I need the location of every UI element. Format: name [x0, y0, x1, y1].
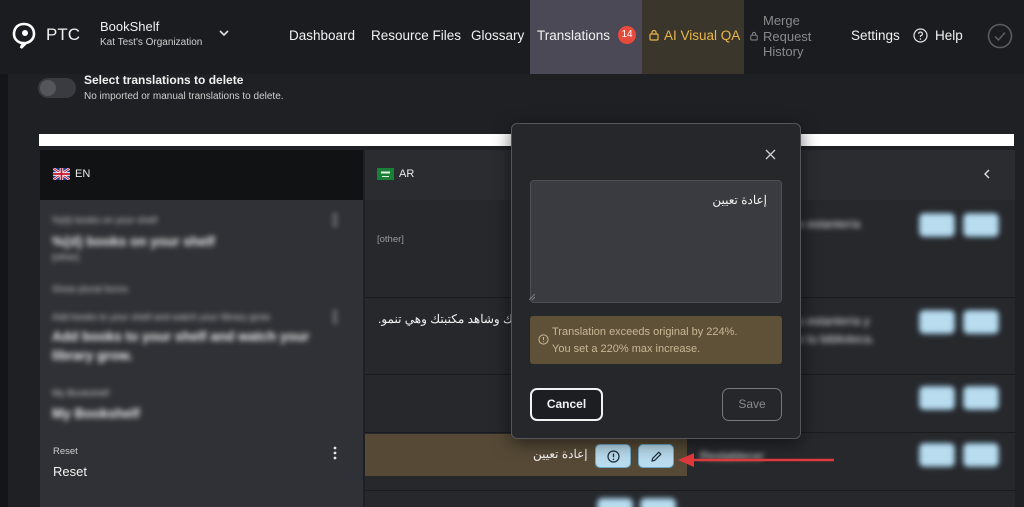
- edit-button[interactable]: [963, 443, 999, 467]
- info-button[interactable]: [919, 386, 955, 410]
- lock-icon: [750, 31, 758, 41]
- info-button[interactable]: [919, 213, 955, 237]
- warning-line: Translation exceeds original by 224%.: [552, 326, 738, 338]
- nav-ai-visual-qa-label: AI Visual QA: [664, 28, 741, 43]
- brand-name[interactable]: PTC: [46, 25, 80, 45]
- edit-button[interactable]: [963, 310, 999, 334]
- info-icon: [607, 450, 620, 463]
- project-name[interactable]: BookShelf: [100, 19, 159, 34]
- project-organization[interactable]: Kat Test's Organization: [100, 37, 202, 48]
- warning-text: Translation exceeds original by 224%. Yo…: [552, 324, 737, 358]
- resize-grip-icon[interactable]: [529, 294, 535, 300]
- ptc-logo-icon[interactable]: [12, 22, 36, 50]
- save-button[interactable]: Save: [722, 388, 782, 421]
- lock-icon: [649, 29, 659, 41]
- warning-line: You set a 220% max increase.: [552, 343, 701, 355]
- translation-textarea-value: إعادة تعيين: [712, 193, 767, 207]
- uk-flag-icon: [53, 168, 70, 180]
- kebab-menu-icon[interactable]: [333, 446, 337, 460]
- nav-ai-visual-qa[interactable]: AI Visual QA: [642, 0, 744, 74]
- row-divider: [365, 490, 1015, 491]
- nav-glossary[interactable]: Glossary: [471, 28, 524, 43]
- nav-translations[interactable]: Translations 14: [530, 0, 642, 74]
- translations-count-badge: 14: [618, 26, 636, 44]
- kebab-menu-icon[interactable]: [333, 310, 337, 324]
- pencil-icon: [651, 451, 662, 462]
- delete-toggle-title: Select translations to delete: [84, 73, 244, 87]
- cancel-button[interactable]: Cancel: [530, 388, 603, 421]
- row-source-text: Add books to your shelf and watch your l…: [52, 329, 310, 363]
- info-button[interactable]: [919, 310, 955, 334]
- show-plural-forms-link[interactable]: Show plural forms: [52, 284, 128, 295]
- delete-toggle-subtitle: No imported or manual translations to de…: [84, 91, 284, 102]
- saudi-flag-icon: [377, 168, 394, 180]
- row-plural-tag: [other]: [52, 252, 79, 263]
- edit-button[interactable]: [640, 498, 676, 507]
- info-button[interactable]: [595, 444, 631, 468]
- help-icon[interactable]: [913, 28, 928, 43]
- chevron-down-icon[interactable]: [218, 27, 230, 39]
- nav-merge-request-history[interactable]: Merge Request History: [763, 13, 833, 60]
- chevron-left-icon[interactable]: [982, 168, 992, 180]
- left-gutter: [0, 74, 8, 507]
- es-translation: u estantería y e tu biblioteca.: [797, 314, 875, 346]
- close-icon[interactable]: [765, 149, 776, 160]
- check-circle-icon[interactable]: [987, 23, 1013, 49]
- info-icon: [538, 334, 549, 345]
- select-translations-toggle[interactable]: [38, 78, 76, 98]
- info-button[interactable]: [597, 498, 633, 507]
- column-label-en: EN: [75, 168, 91, 180]
- top-navigation: PTC BookShelf Kat Test's Organization Da…: [0, 0, 1024, 74]
- ar-translation: إعادة تعيين: [533, 447, 588, 461]
- edit-translation-modal: إعادة تعيين Translation exceeds original…: [511, 123, 801, 439]
- ar-plural-tag: [other]: [377, 234, 404, 245]
- kebab-menu-icon[interactable]: [333, 213, 337, 227]
- row-source-text: Reset: [53, 464, 87, 479]
- row-key: %{d} books on your shelf: [52, 215, 158, 226]
- row-source-text: My Bookshelf: [52, 406, 140, 421]
- info-button[interactable]: [919, 443, 955, 467]
- nav-resource-files[interactable]: Resource Files: [371, 28, 461, 43]
- column-label-ar: AR: [399, 168, 415, 180]
- nav-translations-label: Translations: [537, 28, 611, 43]
- red-arrow-annotation: [678, 453, 834, 467]
- row-key: My Bookshelf: [52, 388, 110, 399]
- edit-button[interactable]: [963, 213, 999, 237]
- row-key: Reset: [53, 446, 78, 457]
- nav-settings[interactable]: Settings: [851, 28, 900, 43]
- toggle-knob: [40, 80, 56, 96]
- edit-button[interactable]: [963, 386, 999, 410]
- nav-dashboard[interactable]: Dashboard: [289, 28, 355, 43]
- edit-button[interactable]: [638, 444, 674, 468]
- es-translation: e estantería: [797, 217, 861, 231]
- warning-box: Translation exceeds original by 224%. Yo…: [530, 316, 782, 364]
- nav-help[interactable]: Help: [935, 28, 963, 43]
- translation-textarea[interactable]: إعادة تعيين: [529, 180, 782, 303]
- row-key: Add books to your shelf and watch your l…: [52, 312, 271, 323]
- row-source-text: %{d} books on your shelf: [52, 234, 215, 249]
